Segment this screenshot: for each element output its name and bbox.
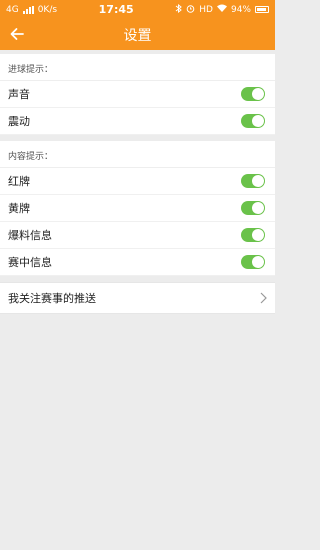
battery-icon [254, 6, 269, 13]
toggle-knob [252, 256, 264, 268]
network-speed: 0K/s [37, 4, 58, 15]
nav-label: 我关注赛事的推送 [8, 292, 96, 305]
content-alert-section: 内容提示： 红牌 黄牌 爆料信息 赛中信息 [0, 141, 275, 276]
battery-percent: 94% [230, 4, 251, 15]
setting-label: 黄牌 [8, 202, 30, 215]
red-card-toggle[interactable] [241, 174, 265, 188]
section-label-content: 内容提示： [0, 141, 275, 168]
news-toggle[interactable] [241, 228, 265, 242]
alarm-icon [186, 4, 195, 16]
toggle-knob [252, 115, 264, 127]
signal-icon [22, 5, 34, 14]
sound-toggle[interactable] [241, 87, 265, 101]
setting-label: 爆料信息 [8, 229, 52, 242]
setting-label: 赛中信息 [8, 256, 52, 269]
toggle-knob [252, 202, 264, 214]
bluetooth-icon [175, 3, 183, 16]
yellow-card-toggle[interactable] [241, 201, 265, 215]
status-bar: 4G 0K/s 17:45 HD 94% [0, 0, 275, 19]
toggle-knob [252, 175, 264, 187]
setting-row-yellow-card: 黄牌 [0, 195, 275, 222]
setting-label: 红牌 [8, 175, 30, 188]
wifi-icon [216, 4, 227, 15]
back-arrow-icon[interactable] [8, 25, 26, 43]
followed-match-push-row[interactable]: 我关注赛事的推送 [0, 282, 275, 314]
status-right: HD 94% [175, 3, 269, 16]
setting-label: 震动 [8, 115, 30, 128]
goal-alert-section: 进球提示： 声音 震动 [0, 54, 275, 135]
vibrate-toggle[interactable] [241, 114, 265, 128]
setting-row-in-match: 赛中信息 [0, 249, 275, 276]
toggle-knob [252, 229, 264, 241]
status-left: 4G 0K/s [6, 5, 57, 15]
hd-badge: HD [199, 4, 213, 15]
setting-row-sound: 声音 [0, 81, 275, 108]
status-time: 17:45 [98, 3, 134, 16]
in-match-toggle[interactable] [241, 255, 265, 269]
section-label-goal: 进球提示： [0, 54, 275, 81]
app-header: 设置 [0, 19, 275, 50]
setting-row-vibrate: 震动 [0, 108, 275, 135]
setting-label: 声音 [8, 88, 30, 101]
setting-row-red-card: 红牌 [0, 168, 275, 195]
page-title: 设置 [123, 27, 152, 44]
chevron-right-icon [259, 289, 267, 308]
setting-row-news: 爆料信息 [0, 222, 275, 249]
toggle-knob [252, 88, 264, 100]
network-type: 4G [6, 4, 19, 15]
